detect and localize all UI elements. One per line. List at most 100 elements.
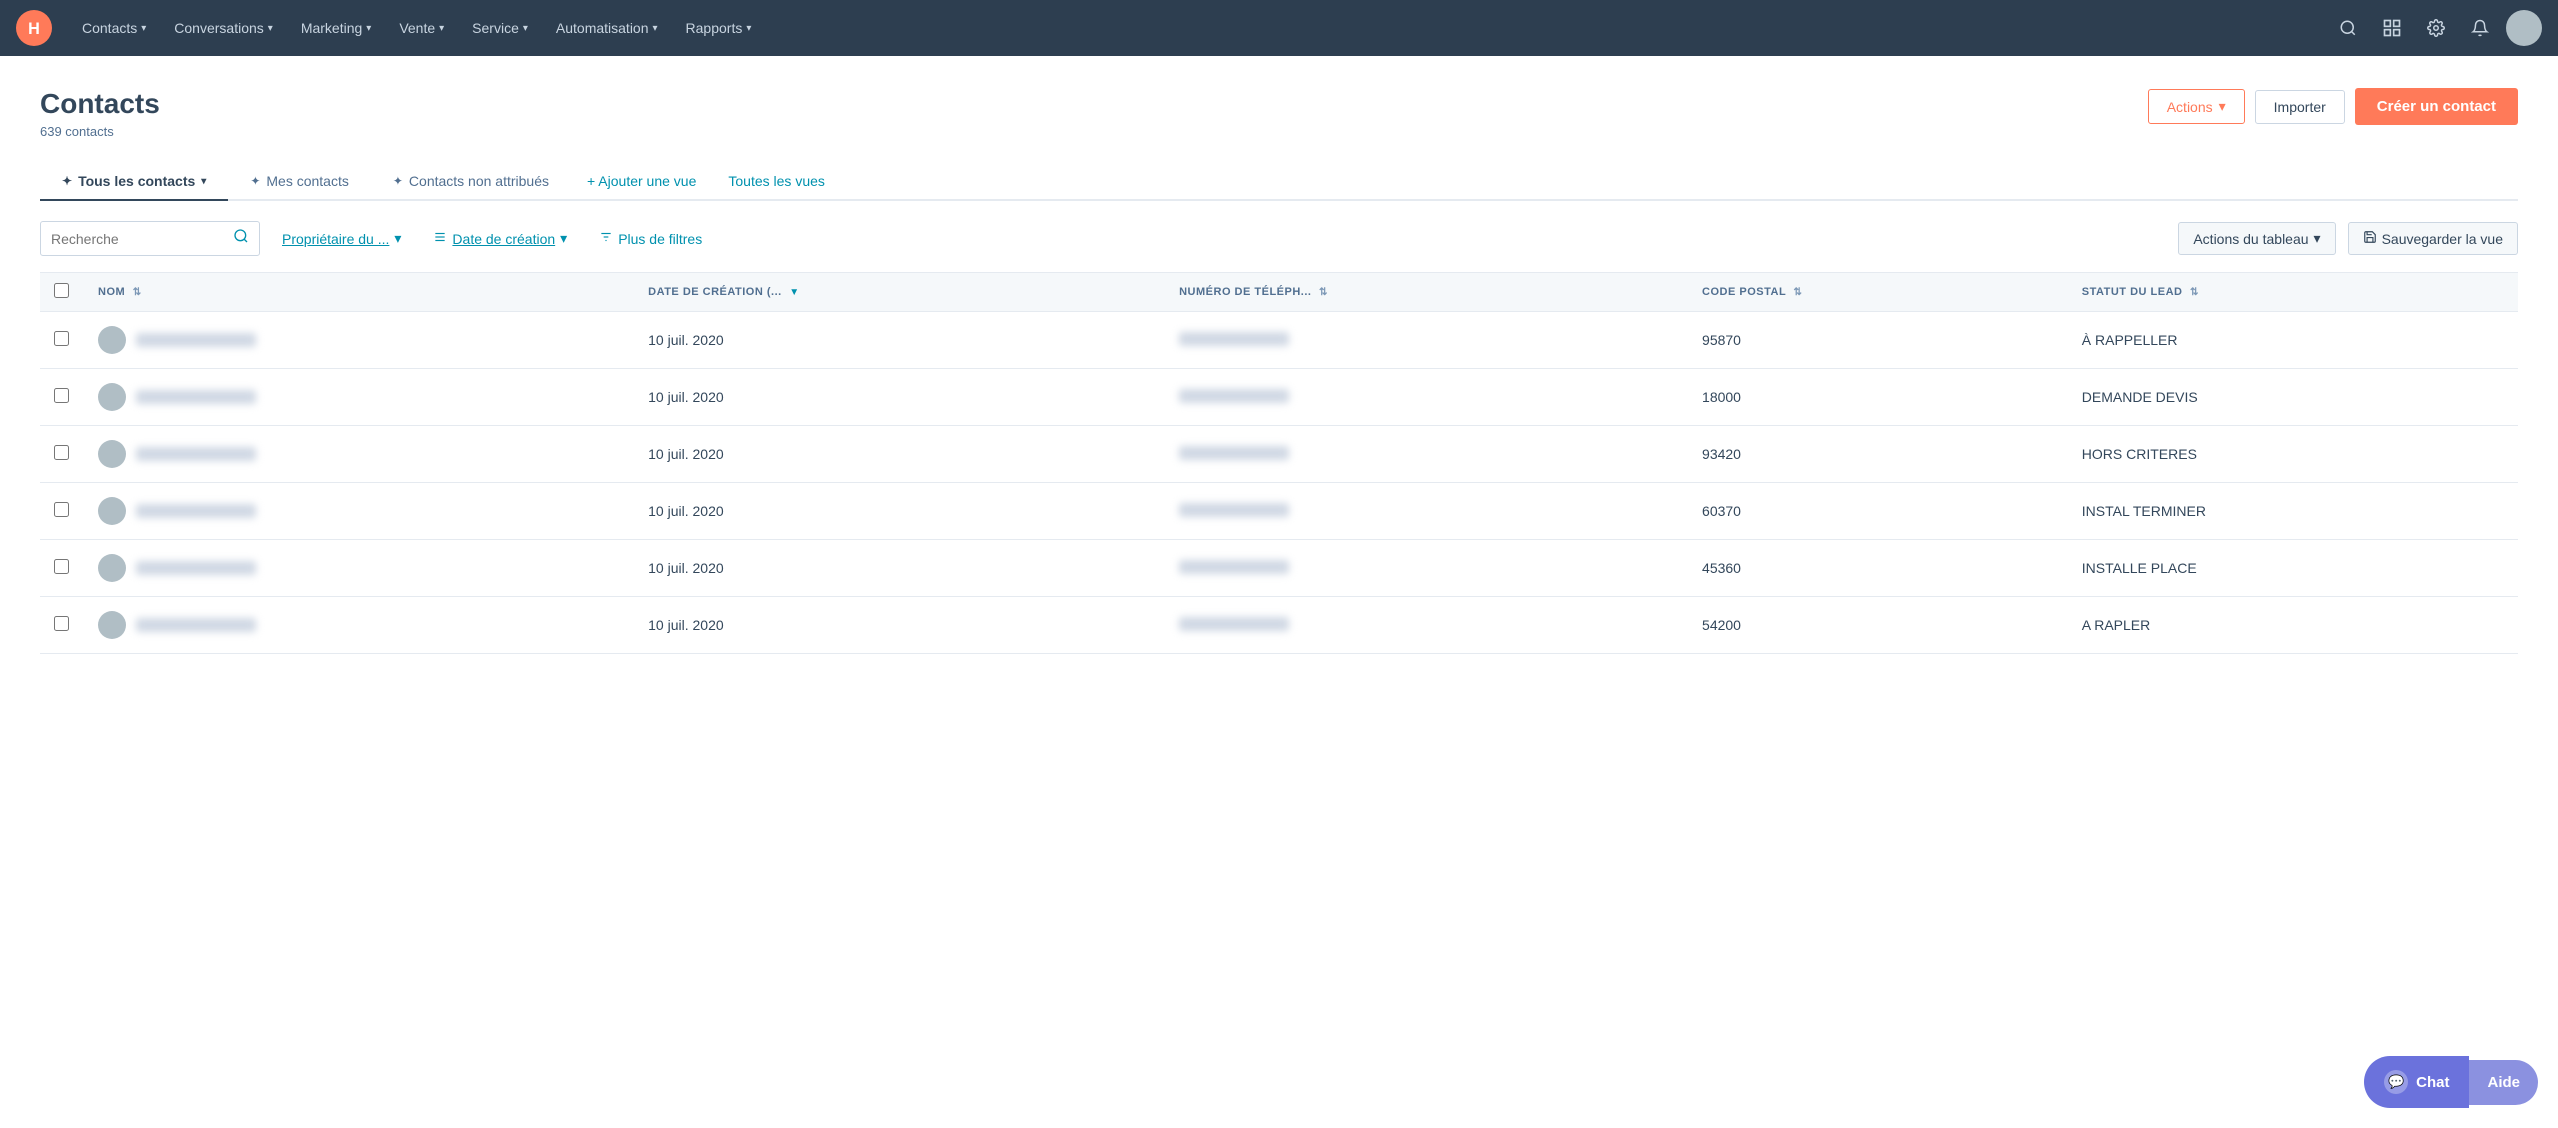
nav-item-marketing[interactable]: Marketing ▾ — [287, 0, 386, 56]
col-header-date[interactable]: DATE DE CRÉATION (... ▼ — [634, 273, 1165, 312]
row-status-cell: A RAPLER — [2068, 597, 2518, 654]
tabs-row: ✦ Tous les contacts ▾ ✦ Mes contacts ✦ C… — [40, 163, 2518, 201]
status-sort-icon: ⇅ — [2190, 287, 2199, 298]
row-checkbox[interactable] — [54, 502, 69, 517]
contact-name-blurred — [136, 618, 256, 632]
row-phone-cell — [1165, 369, 1688, 426]
owner-chevron-icon: ▾ — [394, 230, 401, 247]
chat-button[interactable]: 💬 Chat — [2364, 1056, 2469, 1108]
date-sort-icon: ▼ — [789, 287, 799, 298]
row-checkbox[interactable] — [54, 388, 69, 403]
user-avatar[interactable] — [2506, 10, 2542, 46]
contact-phone-blurred — [1179, 617, 1289, 631]
table-actions-button[interactable]: Actions du tableau ▾ — [2178, 222, 2335, 255]
nav-item-conversations[interactable]: Conversations ▾ — [160, 0, 287, 56]
table-row: 10 juil. 2020 18000 DEMANDE DEVIS — [40, 369, 2518, 426]
col-header-postal[interactable]: CODE POSTAL ⇅ — [1688, 273, 2068, 312]
marketplace-button[interactable] — [2374, 10, 2410, 46]
page-title: Contacts — [40, 88, 160, 120]
row-postal-cell: 18000 — [1688, 369, 2068, 426]
header-actions: Actions ▾ Importer Créer un contact — [2148, 88, 2518, 125]
more-filters-button[interactable]: Plus de filtres — [589, 224, 712, 253]
date-filter-button[interactable]: Date de création ▾ — [423, 224, 577, 253]
tab-my-contacts[interactable]: ✦ Mes contacts — [228, 163, 371, 201]
service-chevron-icon: ▾ — [523, 23, 528, 34]
search-icon — [233, 228, 249, 249]
contact-avatar — [98, 611, 126, 639]
row-checkbox[interactable] — [54, 616, 69, 631]
pin-icon-mine: ✦ — [250, 174, 260, 188]
row-checkbox[interactable] — [54, 559, 69, 574]
row-postal-cell: 60370 — [1688, 483, 2068, 540]
row-checkbox-cell[interactable] — [40, 540, 84, 597]
select-all-header[interactable] — [40, 273, 84, 312]
search-button[interactable] — [2330, 10, 2366, 46]
row-postal-cell: 95870 — [1688, 312, 2068, 369]
row-name-cell[interactable] — [84, 369, 634, 426]
nav-item-vente[interactable]: Vente ▾ — [385, 0, 458, 56]
contact-avatar — [98, 554, 126, 582]
table-actions-chevron-icon: ▾ — [2314, 230, 2321, 247]
actions-button[interactable]: Actions ▾ — [2148, 89, 2245, 124]
hubspot-logo[interactable]: H — [16, 10, 52, 46]
tab-unassigned-contacts[interactable]: ✦ Contacts non attribués — [371, 163, 571, 201]
contact-name-blurred — [136, 504, 256, 518]
col-header-phone[interactable]: NUMÉRO DE TÉLÉPH... ⇅ — [1165, 273, 1688, 312]
date-chevron-icon: ▾ — [560, 230, 567, 247]
row-checkbox-cell[interactable] — [40, 312, 84, 369]
row-name-cell[interactable] — [84, 312, 634, 369]
phone-sort-icon: ⇅ — [1319, 287, 1328, 298]
notifications-button[interactable] — [2462, 10, 2498, 46]
row-checkbox-cell[interactable] — [40, 483, 84, 540]
actions-chevron-icon: ▾ — [2219, 98, 2226, 115]
row-name-cell[interactable] — [84, 426, 634, 483]
search-box[interactable] — [40, 221, 260, 256]
search-input[interactable] — [51, 231, 233, 247]
filters-row: Propriétaire du ... ▾ Date de création ▾… — [40, 221, 2518, 256]
contact-avatar — [98, 383, 126, 411]
aide-button[interactable]: Aide — [2469, 1060, 2538, 1105]
row-name-cell[interactable] — [84, 483, 634, 540]
row-status-cell: DEMANDE DEVIS — [2068, 369, 2518, 426]
row-name-cell[interactable] — [84, 597, 634, 654]
row-checkbox[interactable] — [54, 331, 69, 346]
add-view-button[interactable]: + Ajouter une vue — [571, 163, 712, 199]
table-row: 10 juil. 2020 95870 À RAPPELLER — [40, 312, 2518, 369]
table-row: 10 juil. 2020 45360 INSTALLE PLACE — [40, 540, 2518, 597]
import-button[interactable]: Importer — [2255, 90, 2345, 124]
navbar: H Contacts ▾ Conversations ▾ Marketing ▾… — [0, 0, 2558, 56]
col-header-status[interactable]: STATUT DU LEAD ⇅ — [2068, 273, 2518, 312]
table-header-row: NOM ⇅ DATE DE CRÉATION (... ▼ NUMÉRO DE … — [40, 273, 2518, 312]
owner-filter-button[interactable]: Propriétaire du ... ▾ — [272, 224, 411, 253]
select-all-checkbox[interactable] — [54, 283, 69, 298]
table-row: 10 juil. 2020 60370 INSTAL TERMINER — [40, 483, 2518, 540]
row-name-cell[interactable] — [84, 540, 634, 597]
row-postal-cell: 45360 — [1688, 540, 2068, 597]
row-date-cell: 10 juil. 2020 — [634, 540, 1165, 597]
nav-item-automatisation[interactable]: Automatisation ▾ — [542, 0, 672, 56]
contact-name-blurred — [136, 333, 256, 347]
row-phone-cell — [1165, 426, 1688, 483]
pin-icon-unassigned: ✦ — [393, 174, 403, 188]
row-checkbox-cell[interactable] — [40, 597, 84, 654]
nav-item-rapports[interactable]: Rapports ▾ — [672, 0, 766, 56]
filter-lines-icon — [433, 230, 447, 247]
row-checkbox-cell[interactable] — [40, 426, 84, 483]
settings-button[interactable] — [2418, 10, 2454, 46]
contact-avatar — [98, 326, 126, 354]
contacts-table: NOM ⇅ DATE DE CRÉATION (... ▼ NUMÉRO DE … — [40, 272, 2518, 654]
row-phone-cell — [1165, 312, 1688, 369]
col-header-nom[interactable]: NOM ⇅ — [84, 273, 634, 312]
row-checkbox-cell[interactable] — [40, 369, 84, 426]
all-views-button[interactable]: Toutes les vues — [712, 163, 841, 199]
nav-item-service[interactable]: Service ▾ — [458, 0, 542, 56]
nav-item-contacts[interactable]: Contacts ▾ — [68, 0, 160, 56]
contact-name-blurred — [136, 390, 256, 404]
postal-sort-icon: ⇅ — [1794, 287, 1803, 298]
nom-sort-icon: ⇅ — [133, 287, 142, 298]
row-status-cell: INSTALLE PLACE — [2068, 540, 2518, 597]
create-contact-button[interactable]: Créer un contact — [2355, 88, 2518, 125]
row-checkbox[interactable] — [54, 445, 69, 460]
tab-all-contacts[interactable]: ✦ Tous les contacts ▾ — [40, 163, 228, 201]
save-view-button[interactable]: Sauvegarder la vue — [2348, 222, 2518, 255]
